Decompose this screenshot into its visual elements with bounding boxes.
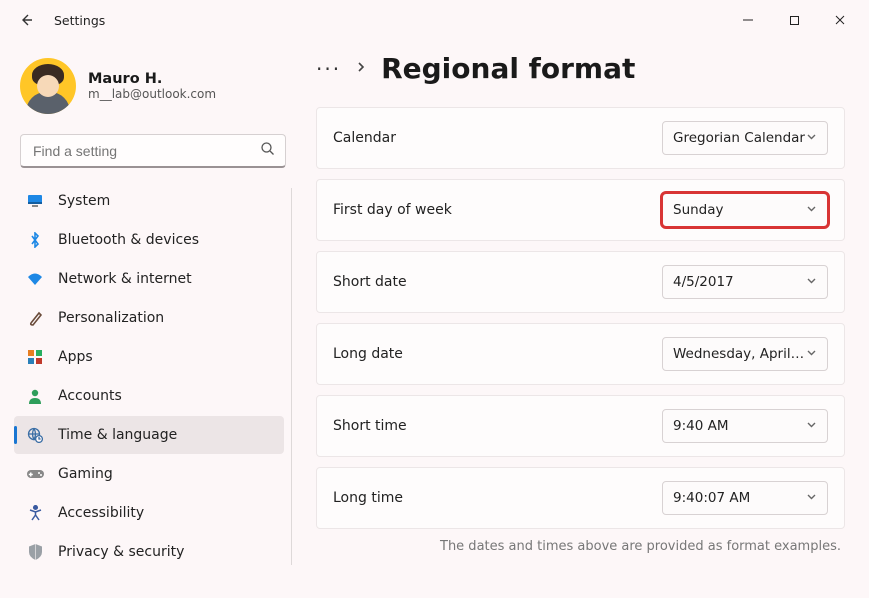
long-time-dropdown[interactable]: 9:40:07 AM [662,481,828,515]
sidebar-item-personalization[interactable]: Personalization [14,299,284,337]
sidebar-item-gaming[interactable]: Gaming [14,455,284,493]
setting-label: First day of week [333,202,662,218]
breadcrumb: ··· Regional format [316,52,845,85]
page-title: Regional format [381,52,635,85]
first-day-dropdown[interactable]: Sunday [662,193,828,227]
brush-icon [26,310,44,326]
dropdown-value: Gregorian Calendar [673,130,806,146]
setting-row-short-date: Short date 4/5/2017 [316,251,845,313]
sidebar-item-label: Apps [58,349,93,365]
short-date-dropdown[interactable]: 4/5/2017 [662,265,828,299]
gamepad-icon [26,468,44,480]
sidebar-item-label: System [58,193,110,209]
close-icon [834,14,846,26]
setting-row-short-time: Short time 9:40 AM [316,395,845,457]
format-hint: The dates and times above are provided a… [316,539,845,554]
calendar-dropdown[interactable]: Gregorian Calendar [662,121,828,155]
setting-label: Short time [333,418,662,434]
avatar [20,58,76,114]
setting-row-first-day: First day of week Sunday [316,179,845,241]
long-date-dropdown[interactable]: Wednesday, April 5, [662,337,828,371]
search-input[interactable] [31,142,260,160]
chevron-down-icon [806,130,817,146]
chevron-down-icon [806,274,817,290]
maximize-icon [789,15,800,26]
dropdown-value: 4/5/2017 [673,274,806,290]
setting-row-long-date: Long date Wednesday, April 5, [316,323,845,385]
close-button[interactable] [817,4,863,36]
sidebar-item-apps[interactable]: Apps [14,338,284,376]
short-time-dropdown[interactable]: 9:40 AM [662,409,828,443]
chevron-down-icon [806,346,817,362]
setting-label: Calendar [333,130,662,146]
dropdown-value: Sunday [673,202,806,218]
breadcrumb-more[interactable]: ··· [316,57,341,81]
chevron-right-icon [355,61,367,77]
dropdown-value: Wednesday, April 5, [673,346,806,362]
sidebar-item-label: Gaming [58,466,113,482]
sidebar-item-label: Personalization [58,310,164,326]
sidebar-item-label: Accessibility [58,505,144,521]
person-icon [26,388,44,404]
chevron-down-icon [806,418,817,434]
titlebar: Settings [0,0,869,40]
minimize-icon [742,14,754,26]
setting-row-calendar: Calendar Gregorian Calendar [316,107,845,169]
wifi-icon [26,272,44,286]
search-icon [260,141,275,160]
chevron-down-icon [806,490,817,506]
sidebar-item-system[interactable]: System [14,182,284,220]
profile-email: m__lab@outlook.com [88,87,216,101]
maximize-button[interactable] [771,4,817,36]
search-box[interactable] [20,134,286,168]
sidebar-item-accessibility[interactable]: Accessibility [14,494,284,532]
bluetooth-icon [26,232,44,248]
setting-row-long-time: Long time 9:40:07 AM [316,467,845,529]
main-content: ··· Regional format Calendar Gregorian Ca… [302,40,869,598]
sidebar-item-label: Time & language [58,427,177,443]
minimize-button[interactable] [725,4,771,36]
dropdown-value: 9:40 AM [673,418,806,434]
sidebar-item-accounts[interactable]: Accounts [14,377,284,415]
sidebar-item-network[interactable]: Network & internet [14,260,284,298]
sidebar-item-label: Bluetooth & devices [58,232,199,248]
setting-label: Long time [333,490,662,506]
sidebar-item-label: Network & internet [58,271,192,287]
sidebar-item-label: Accounts [58,388,122,404]
setting-label: Long date [333,346,662,362]
shield-icon [26,544,44,560]
globe-clock-icon [26,427,44,443]
monitor-icon [26,194,44,208]
sidebar-item-label: Privacy & security [58,544,184,560]
arrow-left-icon [18,12,34,28]
profile-block[interactable]: Mauro H. m__lab@outlook.com [14,40,292,132]
sidebar-item-bluetooth[interactable]: Bluetooth & devices [14,221,284,259]
setting-label: Short date [333,274,662,290]
sidebar-nav: System Bluetooth & devices Network & inter… [14,182,292,571]
dropdown-value: 9:40:07 AM [673,490,806,506]
back-button[interactable] [12,12,40,28]
accessibility-icon [26,505,44,521]
window-title: Settings [54,13,105,28]
chevron-down-icon [806,202,817,218]
sidebar-item-privacy[interactable]: Privacy & security [14,533,284,571]
settings-list: Calendar Gregorian Calendar First day of w… [316,107,845,529]
sidebar-item-time-language[interactable]: Time & language [14,416,284,454]
apps-icon [26,350,44,364]
sidebar: Mauro H. m__lab@outlook.com System Blueto… [14,40,302,598]
profile-name: Mauro H. [88,71,216,87]
